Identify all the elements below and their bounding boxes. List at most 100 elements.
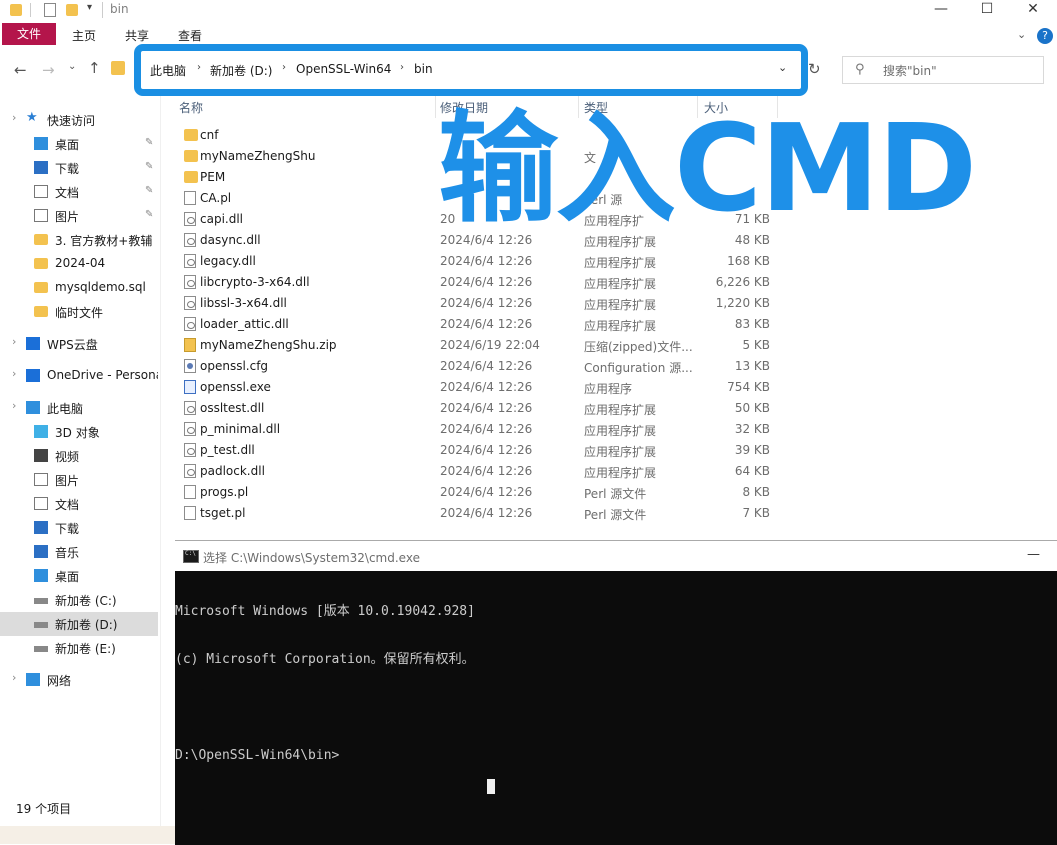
file-size: 64 KB [734, 464, 770, 478]
sidebar-item-label: 图片 [55, 474, 80, 488]
picture-icon [34, 209, 48, 222]
cmd-title-bar[interactable]: 选择 C:\Windows\System32\cmd.exe — [175, 541, 1057, 571]
refresh-icon[interactable]: ↻ [808, 60, 821, 78]
document-icon [34, 185, 48, 198]
sidebar-item[interactable]: 文档 [0, 492, 158, 516]
overlay-headline: 输入CMD [438, 100, 977, 239]
sidebar-item[interactable]: 2024-04 [0, 252, 158, 276]
sidebar-item[interactable]: mysqldemo.sql [0, 276, 158, 300]
cmd-window[interactable]: 选择 C:\Windows\System32\cmd.exe — Microso… [175, 540, 1057, 845]
customize-quick-access-icon[interactable]: ▾ [87, 2, 92, 13]
document-icon [34, 497, 48, 510]
sidebar-item[interactable]: 3D 对象 [0, 420, 158, 444]
sidebar-item[interactable]: › OneDrive - Persona [0, 364, 158, 388]
file-row[interactable]: libcrypto-3-x64.dll 2024/6/4 12:26 应用程序扩展 6… [174, 272, 794, 293]
file-name: legacy.dll [200, 254, 256, 268]
sidebar-item[interactable]: 临时文件 [0, 300, 158, 324]
config-file-icon [184, 359, 196, 373]
back-button[interactable]: ← [14, 61, 27, 79]
sidebar-item-label: 网络 [47, 674, 72, 688]
chevron-right-icon[interactable]: › [197, 62, 201, 73]
file-row[interactable]: loader_attic.dll 2024/6/4 12:26 应用程序扩展 83 K… [174, 314, 794, 335]
recent-locations-icon[interactable]: ⌄ [68, 61, 76, 72]
file-icon [184, 485, 196, 499]
sidebar-item[interactable]: 新加卷 (D:) [0, 612, 158, 636]
file-name: dasync.dll [200, 233, 261, 247]
file-row[interactable]: ossltest.dll 2024/6/4 12:26 应用程序扩展 50 KB [174, 398, 794, 419]
tab-file[interactable]: 文件 [2, 23, 56, 45]
breadcrumb-drive-d[interactable]: 新加卷 (D:) [210, 62, 272, 79]
sidebar-item[interactable]: › ★ 快速访问 [0, 108, 158, 132]
sidebar-item[interactable]: › 此电脑 [0, 396, 158, 420]
file-row[interactable]: p_minimal.dll 2024/6/4 12:26 应用程序扩展 32 KB [174, 419, 794, 440]
cmd-minimize-button[interactable]: — [1027, 547, 1040, 562]
sidebar-item-label: 快速访问 [47, 114, 96, 128]
sidebar-item[interactable]: 新加卷 (C:) [0, 588, 158, 612]
sidebar-item[interactable]: 下载 ✎ [0, 156, 158, 180]
sidebar-item[interactable]: › 网络 [0, 668, 158, 692]
dll-file-icon [184, 464, 196, 478]
file-row[interactable]: libssl-3-x64.dll 2024/6/4 12:26 应用程序扩展 1,22… [174, 293, 794, 314]
up-button[interactable]: ↑ [88, 59, 101, 77]
tab-home[interactable]: 主页 [72, 27, 96, 44]
expand-ribbon-icon[interactable]: ⌄ [1017, 28, 1026, 41]
breadcrumb-bin[interactable]: bin [414, 62, 433, 76]
properties-icon[interactable] [44, 3, 56, 17]
sidebar-item[interactable]: 桌面 [0, 564, 158, 588]
file-name: cnf [200, 128, 219, 142]
tab-view[interactable]: 查看 [178, 27, 202, 44]
file-size: 83 KB [734, 317, 770, 331]
console-output[interactable]: Microsoft Windows [版本 10.0.19042.928] (c… [175, 572, 1057, 845]
file-row[interactable]: openssl.cfg 2024/6/4 12:26 Configuration 源… [174, 356, 794, 377]
help-icon[interactable]: ? [1037, 28, 1053, 44]
new-folder-icon[interactable] [66, 4, 78, 16]
tab-share[interactable]: 共享 [125, 27, 149, 44]
onedrive-icon [26, 369, 40, 382]
file-row[interactable]: myNameZhengShu.zip 2024/6/19 22:04 压缩(zipp… [174, 335, 794, 356]
file-row[interactable]: progs.pl 2024/6/4 12:26 Perl 源文件 8 KB [174, 482, 794, 503]
file-date: 2024/6/4 12:26 [440, 464, 533, 478]
folder-icon [111, 61, 125, 75]
sidebar-item[interactable]: 文档 ✎ [0, 180, 158, 204]
chevron-right-icon[interactable]: › [282, 62, 286, 73]
music-icon [34, 545, 48, 558]
sidebar-item[interactable]: › WPS云盘 [0, 332, 158, 356]
file-row[interactable]: legacy.dll 2024/6/4 12:26 应用程序扩展 168 KB [174, 251, 794, 272]
file-date: 2024/6/4 12:26 [440, 359, 533, 373]
sidebar-item[interactable]: 新加卷 (E:) [0, 636, 158, 660]
chevron-right-icon[interactable]: › [12, 367, 16, 380]
window-title: bin [110, 2, 129, 16]
file-row[interactable]: openssl.exe 2024/6/4 12:26 应用程序 754 KB [174, 377, 794, 398]
chevron-right-icon[interactable]: › [12, 111, 16, 124]
column-divider[interactable] [435, 96, 436, 118]
sidebar-item[interactable]: 视频 [0, 444, 158, 468]
maximize-button[interactable]: ☐ [964, 0, 1010, 22]
address-dropdown-icon[interactable]: ⌄ [778, 61, 787, 74]
sidebar-item[interactable]: 3. 官方教材+教辅 [0, 228, 158, 252]
sidebar-item[interactable]: 图片 ✎ [0, 204, 158, 228]
file-date: 2024/6/19 22:04 [440, 338, 540, 352]
minimize-button[interactable]: — [918, 0, 964, 22]
close-button[interactable]: ✕ [1010, 0, 1056, 22]
chevron-right-icon[interactable]: › [400, 62, 404, 73]
scrollbar[interactable] [160, 96, 175, 826]
column-name[interactable]: 名称 [179, 99, 203, 116]
sidebar-item[interactable]: 图片 [0, 468, 158, 492]
chevron-right-icon[interactable]: › [12, 399, 16, 412]
search-input[interactable] [842, 56, 1044, 84]
sidebar-item[interactable]: 桌面 ✎ [0, 132, 158, 156]
file-date: 2024/6/4 12:26 [440, 296, 533, 310]
chevron-right-icon[interactable]: › [12, 335, 16, 348]
file-date: 2024/6/4 12:26 [440, 506, 533, 520]
breadcrumb-this-pc[interactable]: 此电脑 [150, 62, 186, 79]
breadcrumb-openssl[interactable]: OpenSSL-Win64 [296, 62, 391, 76]
forward-button[interactable]: → [42, 61, 55, 79]
file-row[interactable]: tsget.pl 2024/6/4 12:26 Perl 源文件 7 KB [174, 503, 794, 524]
chevron-right-icon[interactable]: › [12, 671, 16, 684]
file-date: 2024/6/4 12:26 [440, 380, 533, 394]
file-row[interactable]: padlock.dll 2024/6/4 12:26 应用程序扩展 64 KB [174, 461, 794, 482]
file-row[interactable]: p_test.dll 2024/6/4 12:26 应用程序扩展 39 KB [174, 440, 794, 461]
file-type: Configuration 源... [584, 361, 693, 375]
sidebar-item[interactable]: 音乐 [0, 540, 158, 564]
sidebar-item[interactable]: 下载 [0, 516, 158, 540]
